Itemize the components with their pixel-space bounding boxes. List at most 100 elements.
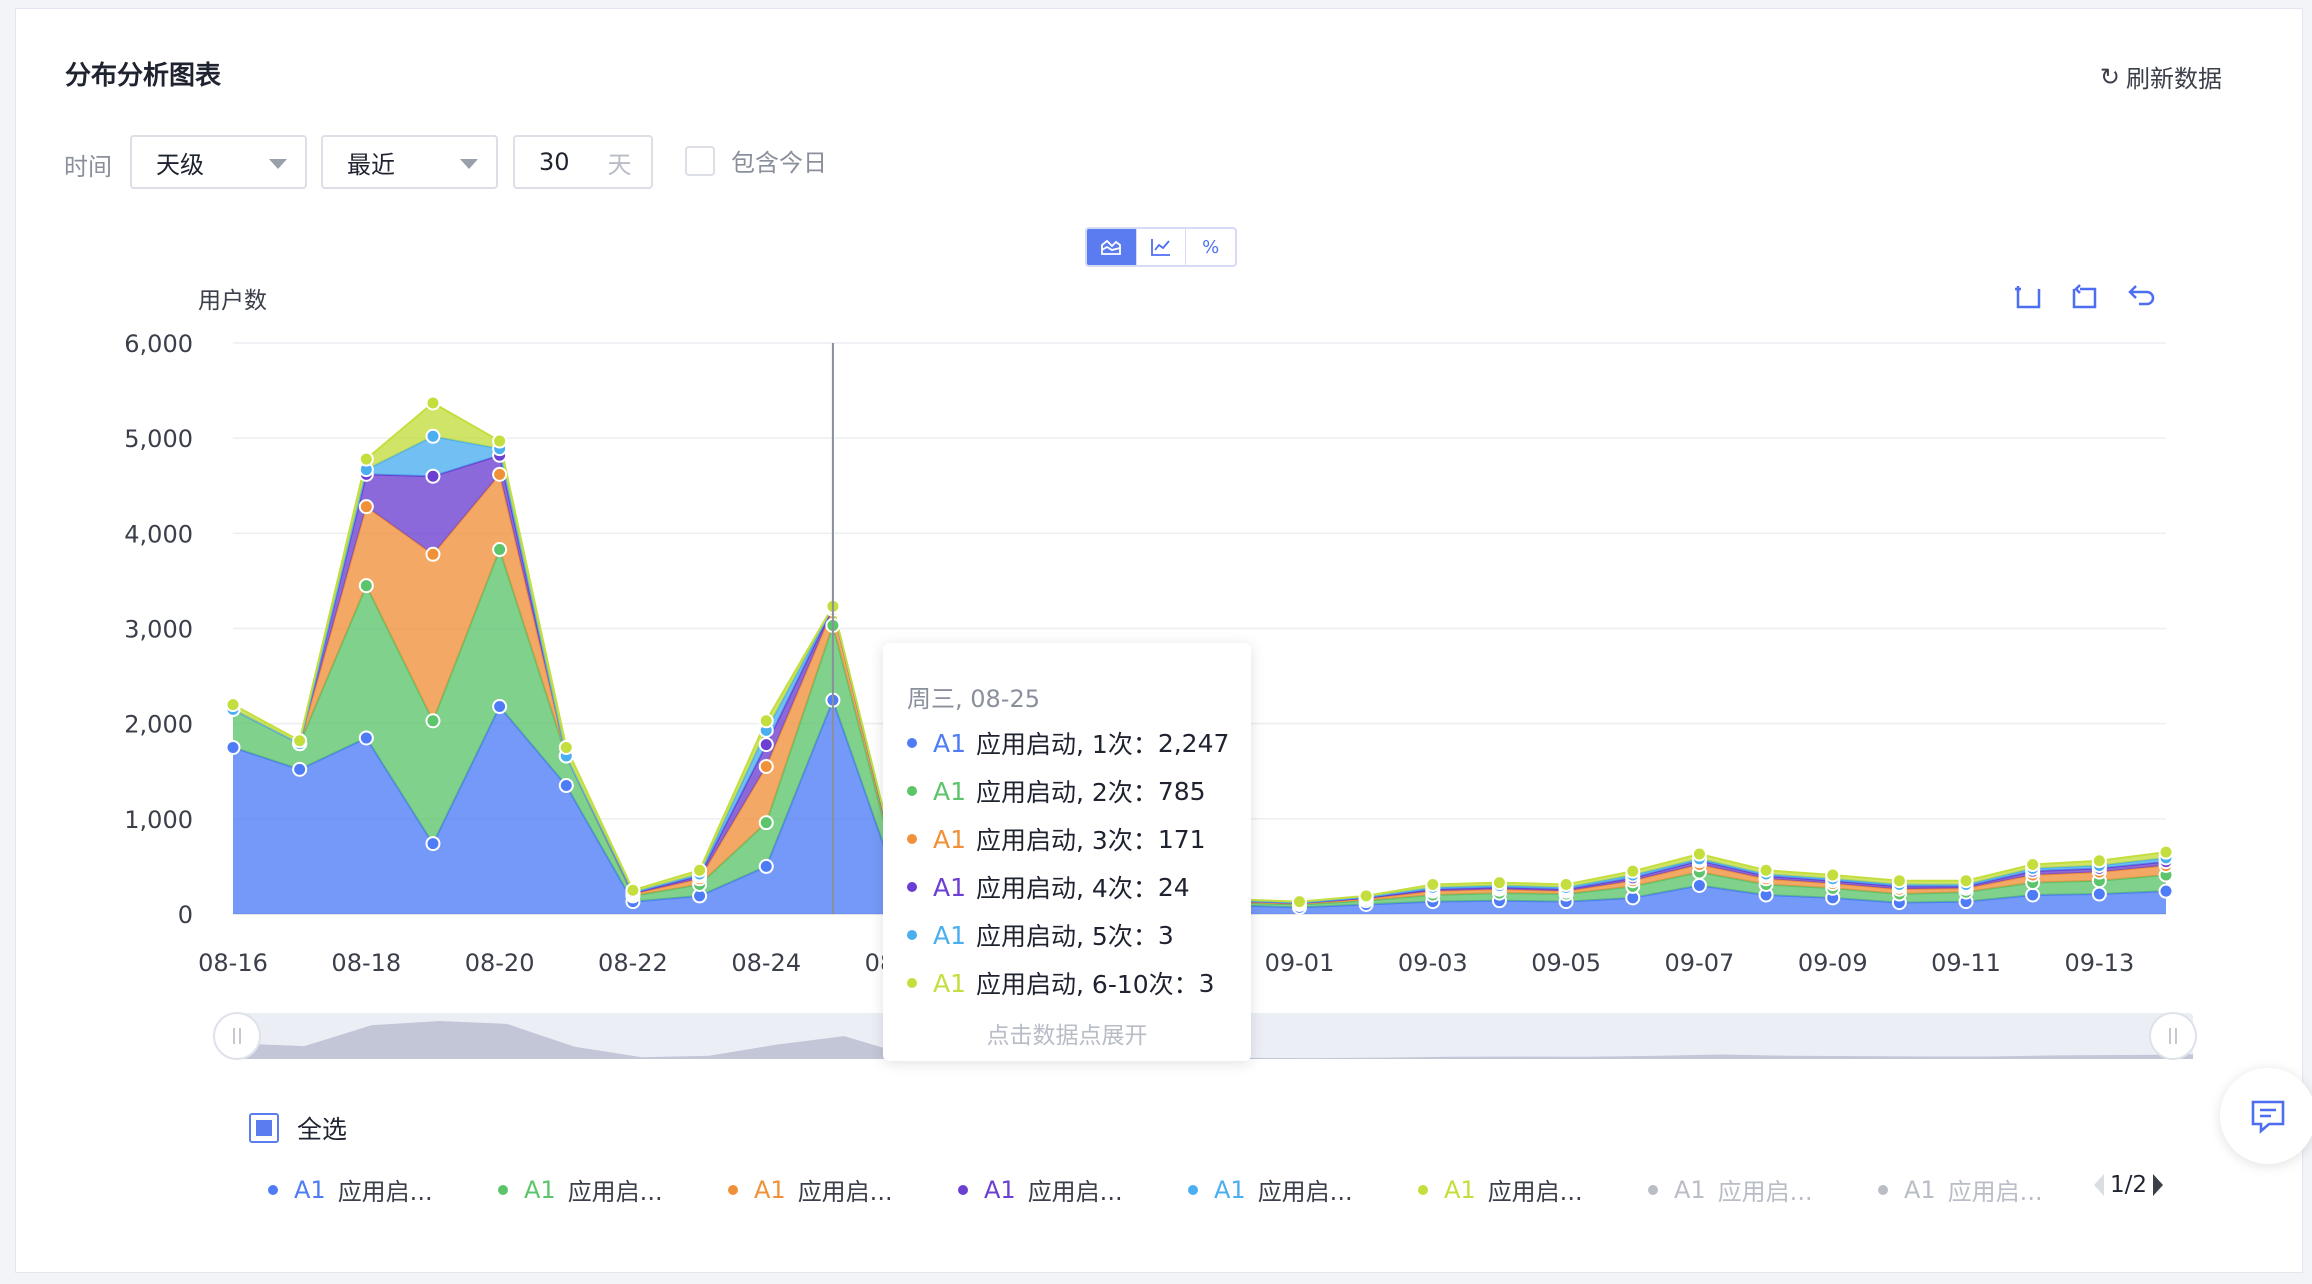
tooltip-value: 24 bbox=[1157, 872, 1190, 902]
series-dot bbox=[907, 882, 917, 892]
legend-label: 应用启... bbox=[1717, 1178, 1813, 1206]
legend-dot bbox=[1648, 1184, 1658, 1195]
data-point bbox=[558, 739, 574, 755]
legend-dot bbox=[1418, 1184, 1428, 1195]
y-tick-label: 3,000 bbox=[124, 616, 193, 644]
legend-label: 应用启... bbox=[567, 1178, 663, 1206]
tooltip-value: 785 bbox=[1157, 776, 1206, 806]
distribution-area-chart[interactable]: 0 1,000 2,000 3,000 4,000 5,000 6,000用户数 08-16 0… bbox=[0, 0, 2312, 1284]
data-point bbox=[492, 433, 508, 449]
legend-item[interactable]: A1 应用启... bbox=[958, 1172, 1123, 1207]
legend-item[interactable]: A1 应用启... bbox=[498, 1172, 663, 1207]
tooltip-row: A1 应用启动, 1次： 2,247 bbox=[907, 728, 1251, 759]
data-point bbox=[492, 542, 508, 558]
data-point bbox=[225, 739, 241, 755]
data-point bbox=[358, 730, 374, 746]
legend-item[interactable]: A1 应用启... bbox=[1418, 1172, 1583, 1207]
chat-icon bbox=[2251, 1100, 2285, 1134]
legend-label: 应用启... bbox=[797, 1178, 893, 1206]
zoom-handle bbox=[2149, 1012, 2197, 1060]
data-point bbox=[425, 395, 441, 411]
data-point bbox=[1358, 888, 1374, 904]
data-point bbox=[625, 882, 641, 898]
legend-label: 应用启... bbox=[1947, 1178, 2043, 1206]
tooltip-date: 周三, 08-25 bbox=[907, 685, 1040, 713]
tooltip-row: A1 应用启动, 6-10次： 3 bbox=[907, 968, 1251, 999]
tooltip-tag: A1 bbox=[933, 968, 967, 998]
data-point bbox=[358, 451, 374, 467]
chart-legend: A1 应用启... A1 应用启... A1 应用启... A1 应用启... A1 应用启...… bbox=[268, 1172, 2168, 1206]
legend-label: 应用启... bbox=[1487, 1178, 1583, 1206]
tooltip-label: 应用启动, 2次： bbox=[976, 778, 1158, 807]
legend-pager: 1/2 bbox=[2094, 1172, 2164, 1198]
y-tick-label: 2,000 bbox=[124, 711, 193, 739]
data-point bbox=[1691, 877, 1707, 893]
x-tick-label: 09-11 bbox=[1931, 949, 2001, 977]
zoom-handle bbox=[213, 1012, 261, 1060]
tooltip-tag: A1 bbox=[933, 920, 967, 950]
legend-item[interactable]: A1 应用启... bbox=[268, 1172, 433, 1207]
data-point bbox=[2091, 886, 2107, 902]
legend-item[interactable]: A1 应用启... bbox=[1188, 1172, 1353, 1207]
select-all-option[interactable]: 全选 bbox=[249, 1110, 347, 1146]
x-tick-label: 08-20 bbox=[465, 949, 535, 977]
y-tick-label: 1,000 bbox=[124, 806, 193, 834]
x-tick-label: 09-13 bbox=[2064, 949, 2134, 977]
legend-dot bbox=[1188, 1184, 1198, 1195]
y-tick-label: 5,000 bbox=[124, 425, 193, 453]
data-point bbox=[1825, 867, 1841, 883]
legend-item[interactable]: A1 应用启... bbox=[728, 1172, 893, 1207]
legend-tag: A1 bbox=[1214, 1175, 1246, 1204]
data-point bbox=[2091, 853, 2107, 869]
tooltip-tag: A1 bbox=[933, 728, 967, 758]
data-point bbox=[2158, 883, 2174, 899]
data-point bbox=[292, 733, 308, 749]
data-point bbox=[358, 578, 374, 594]
data-point bbox=[1958, 873, 1974, 889]
chart-tooltip: 周三, 08-25 A1 应用启动, 1次： 2,247 A1 应用启动, 2次： 785… bbox=[883, 643, 1251, 1061]
data-point bbox=[1625, 863, 1641, 879]
chevron-left-icon[interactable] bbox=[2094, 1174, 2104, 1196]
data-point bbox=[1491, 875, 1507, 891]
legend-label: 应用启... bbox=[1027, 1178, 1123, 1206]
chevron-right-icon[interactable] bbox=[2153, 1174, 2164, 1196]
tooltip-row: A1 应用启动, 4次： 24 bbox=[907, 872, 1251, 903]
tooltip-row: A1 应用启动, 5次： 3 bbox=[907, 920, 1251, 951]
legend-tag: A1 bbox=[984, 1175, 1016, 1204]
legend-label: 应用启... bbox=[1257, 1178, 1353, 1206]
legend-tag: A1 bbox=[1444, 1175, 1476, 1204]
series-dot bbox=[907, 738, 917, 748]
legend-item[interactable]: A1 应用启... bbox=[1648, 1172, 1813, 1207]
legend-tag: A1 bbox=[294, 1175, 326, 1204]
data-point bbox=[1891, 873, 1907, 889]
tooltip-row: A1 应用启动, 2次： 785 bbox=[907, 776, 1251, 807]
tooltip-value: 171 bbox=[1157, 824, 1206, 854]
tooltip-label: 应用启动, 1次： bbox=[976, 730, 1158, 759]
tooltip-tag: A1 bbox=[933, 776, 967, 806]
data-point bbox=[358, 499, 374, 515]
data-point bbox=[2025, 887, 2041, 903]
data-point bbox=[758, 815, 774, 831]
data-point bbox=[1758, 862, 1774, 878]
data-point bbox=[1291, 894, 1307, 910]
data-point bbox=[292, 761, 308, 777]
y-tick-label: 0 bbox=[178, 901, 193, 929]
tooltip-value: 3 bbox=[1198, 968, 1215, 998]
legend-dot bbox=[1878, 1184, 1888, 1195]
select-all-label: 全选 bbox=[297, 1115, 348, 1144]
x-tick-label: 09-03 bbox=[1398, 949, 1468, 977]
select-all-checkbox[interactable] bbox=[249, 1113, 279, 1143]
legend-tag: A1 bbox=[524, 1175, 556, 1204]
data-point bbox=[2025, 857, 2041, 873]
legend-page-indicator: 1/2 bbox=[2110, 1172, 2148, 1198]
data-point bbox=[425, 713, 441, 729]
tooltip-label: 应用启动, 4次： bbox=[976, 874, 1158, 903]
x-tick-label: 08-16 bbox=[198, 949, 268, 977]
x-tick-label: 09-09 bbox=[1798, 949, 1868, 977]
feedback-button[interactable] bbox=[2220, 1068, 2312, 1164]
legend-item[interactable]: A1 应用启... bbox=[1878, 1172, 2043, 1207]
data-point bbox=[425, 468, 441, 484]
legend-tag: A1 bbox=[1674, 1175, 1706, 1204]
tooltip-tag: A1 bbox=[933, 872, 967, 902]
legend-tag: A1 bbox=[1904, 1175, 1936, 1204]
